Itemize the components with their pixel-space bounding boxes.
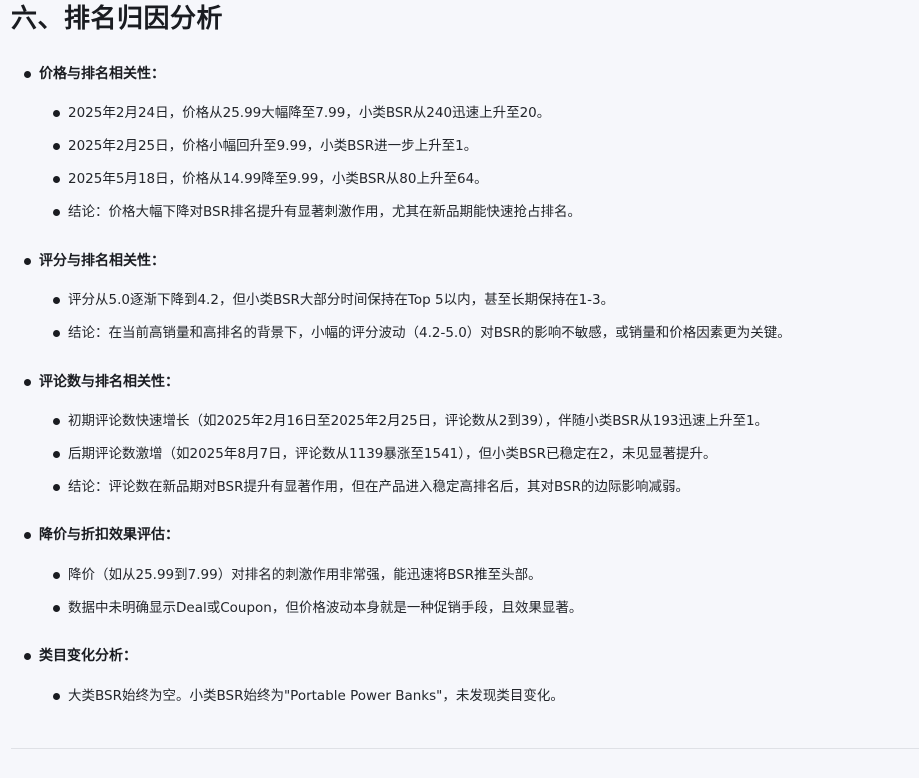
bullet-icon bbox=[53, 330, 60, 337]
list-item-text: 结论：评论数在新品期对BSR提升有显著作用，但在产品进入稳定高排名后，其对BSR… bbox=[68, 479, 689, 495]
bullet-icon bbox=[53, 297, 60, 304]
bullet-icon bbox=[53, 572, 60, 579]
list-item-text: 大类BSR始终为空。小类BSR始终为"Portable Power Banks"… bbox=[68, 688, 564, 704]
list-item-text: 初期评论数快速增长（如2025年2月16日至2025年2月25日，评论数从2到3… bbox=[68, 413, 769, 429]
bullet-icon bbox=[53, 451, 60, 458]
section-heading-text: 评分与排名相关性： bbox=[39, 253, 165, 269]
bullet-icon bbox=[53, 418, 60, 425]
list-item-text: 数据中未明确显示Deal或Coupon，但价格波动本身就是一种促销手段，且效果显… bbox=[68, 600, 583, 616]
list-item-text: 结论：价格大幅下降对BSR排名提升有显著刺激作用，尤其在新品期能快速抢占排名。 bbox=[68, 204, 581, 220]
section-heading-text: 类目变化分析： bbox=[39, 648, 137, 664]
bullet-icon bbox=[53, 693, 60, 700]
section-heading-text: 评论数与排名相关性： bbox=[39, 374, 179, 390]
page-title: 六、排名归因分析 bbox=[11, 4, 224, 34]
list-item-text: 结论：在当前高销量和高排名的背景下，小幅的评分波动（4.2-5.0）对BSR的影… bbox=[68, 325, 791, 341]
list-item-text: 2025年2月25日，价格小幅回升至9.99，小类BSR进一步上升至1。 bbox=[68, 138, 478, 154]
bullet-icon bbox=[24, 258, 31, 265]
list-item-text: 评分从5.0逐渐下降到4.2，但小类BSR大部分时间保持在Top 5以内，甚至长… bbox=[68, 292, 615, 308]
bullet-icon bbox=[24, 653, 31, 660]
bullet-icon bbox=[53, 484, 60, 491]
bullet-icon bbox=[24, 379, 31, 386]
divider bbox=[11, 748, 919, 749]
bullet-icon bbox=[53, 143, 60, 150]
section-heading-text: 价格与排名相关性： bbox=[39, 66, 165, 82]
bullet-icon bbox=[53, 605, 60, 612]
bullet-icon bbox=[24, 71, 31, 78]
list-item-text: 后期评论数激增（如2025年8月7日，评论数从1139暴涨至1541），但小类B… bbox=[68, 446, 717, 462]
list-item-text: 2025年5月18日，价格从14.99降至9.99，小类BSR从80上升至64。 bbox=[68, 171, 488, 187]
bullet-icon bbox=[53, 110, 60, 117]
bullet-icon bbox=[53, 209, 60, 216]
list-item-text: 降价（如从25.99到7.99）对排名的刺激作用非常强，能迅速将BSR推至头部。 bbox=[68, 567, 542, 583]
bullet-icon bbox=[24, 532, 31, 539]
bullet-icon bbox=[53, 176, 60, 183]
section-heading-text: 降价与折扣效果评估： bbox=[39, 527, 179, 543]
document-page: 六、排名归因分析 价格与排名相关性： 2025年2月24日，价格从25.99大幅… bbox=[0, 0, 919, 778]
list-item-text: 2025年2月24日，价格从25.99大幅降至7.99，小类BSR从240迅速上… bbox=[68, 105, 551, 121]
